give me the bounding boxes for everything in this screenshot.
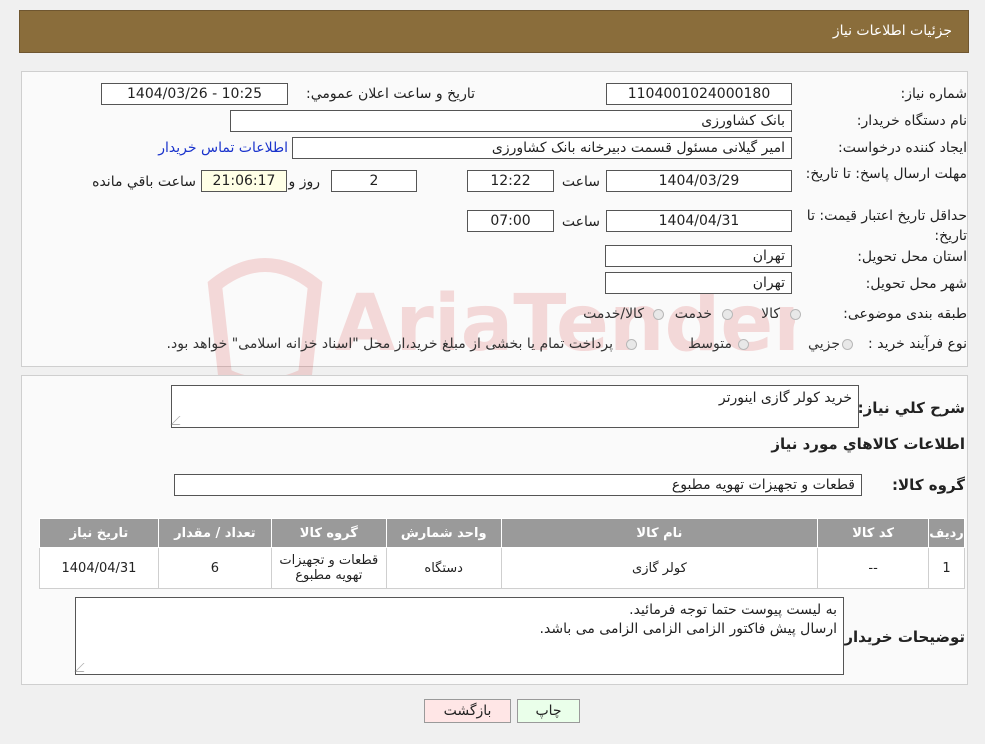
cell-need-date: 1404/04/31 (39, 547, 159, 589)
category-goods-service-radio[interactable] (653, 309, 664, 320)
col-need-date: تاریخ نیاز (39, 518, 159, 548)
print-button[interactable]: چاپ (517, 699, 580, 723)
reply-deadline-label: مهلت ارسال پاسخ: تا تاریخ: (805, 166, 967, 182)
resize-handle-icon[interactable] (74, 663, 93, 672)
city-label: شهر محل تحویل: (865, 276, 967, 292)
province-label: استان محل تحویل: (857, 249, 967, 265)
need-number-label: شماره نیاز: (900, 86, 968, 102)
process-treasury-checkbox[interactable] (626, 339, 637, 350)
col-quantity: تعداد / مقدار (157, 518, 272, 548)
reply-time-label: ساعت (561, 174, 600, 190)
resize-handle-icon[interactable] (170, 416, 189, 425)
goods-info-title: اطلاعات کالاهاي مورد نياز (771, 435, 965, 453)
page-header: جزئیات اطلاعات نیاز (19, 10, 969, 53)
goods-table-header-row: رديف کد کالا نام کالا واحد شمارش گروه کا… (39, 518, 965, 548)
process-medium-radio[interactable] (738, 339, 749, 350)
cell-goods-name: کولر گازی (500, 547, 819, 589)
requester-field: امیر گیلانی مسئول قسمت دبیرخانه بانک کشا… (292, 137, 792, 159)
price-validity-label: حداقل تاریخ اعتبار قیمت: تا تاریخ: (806, 208, 967, 244)
back-button[interactable]: بازگشت (424, 699, 511, 723)
remaining-days-field: 2 (331, 170, 417, 192)
process-small-radio[interactable] (842, 339, 853, 350)
description-text: خرید کولر گازی اینورتر (718, 390, 852, 406)
process-small-label: جزيي (808, 336, 840, 352)
buyer-org-field: بانک کشاورزی (230, 110, 792, 132)
category-label: طبقه بندی موضوعی: (843, 306, 967, 322)
cell-row-number: 1 (928, 547, 965, 589)
need-number-field: 1104001024000180 (606, 83, 792, 105)
buyer-notes-line-2: ارسال پیش فاکتور الزامی الزامی الزامی می… (539, 621, 837, 637)
page-title: جزئیات اطلاعات نیاز (832, 23, 952, 39)
announce-datetime-field: 1404/03/26 - 10:25 (101, 83, 288, 105)
city-field: تهران (605, 272, 792, 294)
buyer-contact-link[interactable]: اطلاعات تماس خریدار (158, 140, 288, 156)
goods-table: رديف کد کالا نام کالا واحد شمارش گروه کا… (39, 518, 965, 589)
col-goods-group: گروه کالا (270, 518, 387, 548)
goods-group-label: گروه کالا: (892, 476, 965, 494)
category-service-radio[interactable] (722, 309, 733, 320)
description-textarea[interactable]: خرید کولر گازی اینورتر (170, 385, 859, 428)
remaining-time-field: 21:06:17 (201, 170, 287, 192)
remaining-label: ساعت باقي مانده (92, 174, 196, 190)
buyer-notes-label: توضیحات خریدار: (838, 628, 965, 646)
process-label: نوع فرآیند خرید : (868, 336, 967, 352)
cell-goods-group: قطعات و تجهیزات تهویه مطبوع (270, 547, 387, 589)
buyer-notes-textarea[interactable]: به لیست پیوست حتما توجه فرمائید. ارسال پ… (74, 597, 844, 675)
price-validity-time-field: 07:00 (467, 210, 554, 232)
reply-date-field: 1404/03/29 (606, 170, 792, 192)
days-label: روز و (288, 174, 321, 190)
category-goods-label: کالا (761, 306, 780, 322)
category-goods-service-label: کالا/خدمت (583, 306, 644, 322)
requester-label: ایجاد کننده درخواست: (838, 140, 967, 156)
cell-quantity: 6 (157, 547, 272, 589)
cell-goods-code: -- (817, 547, 930, 589)
description-label: شرح كلي نياز: (857, 399, 965, 417)
col-unit: واحد شمارش (385, 518, 502, 548)
category-service-label: خدمت (674, 306, 712, 322)
col-goods-name: نام کالا (500, 518, 819, 548)
province-field: تهران (605, 245, 792, 267)
table-row: 1 -- کولر گازی دستگاه قطعات و تجهیزات ته… (39, 547, 965, 589)
col-row-number: رديف (928, 518, 965, 548)
announce-datetime-label: تاریخ و ساعت اعلان عمومي: (306, 86, 475, 102)
process-medium-label: متوسط (688, 336, 732, 352)
category-goods-radio[interactable] (790, 309, 801, 320)
process-note: پرداخت تمام یا بخشی از مبلغ خرید،از محل … (166, 336, 613, 352)
goods-group-field: قطعات و تجهیزات تهویه مطبوع (174, 474, 862, 496)
reply-time-field: 12:22 (467, 170, 554, 192)
cell-unit: دستگاه (385, 547, 502, 589)
buyer-org-label: نام دستگاه خریدار: (856, 113, 967, 129)
price-validity-time-label: ساعت (561, 214, 600, 230)
price-validity-date-field: 1404/04/31 (606, 210, 792, 232)
buyer-notes-line-1: به لیست پیوست حتما توجه فرمائید. (629, 602, 837, 618)
col-goods-code: کد کالا (817, 518, 930, 548)
